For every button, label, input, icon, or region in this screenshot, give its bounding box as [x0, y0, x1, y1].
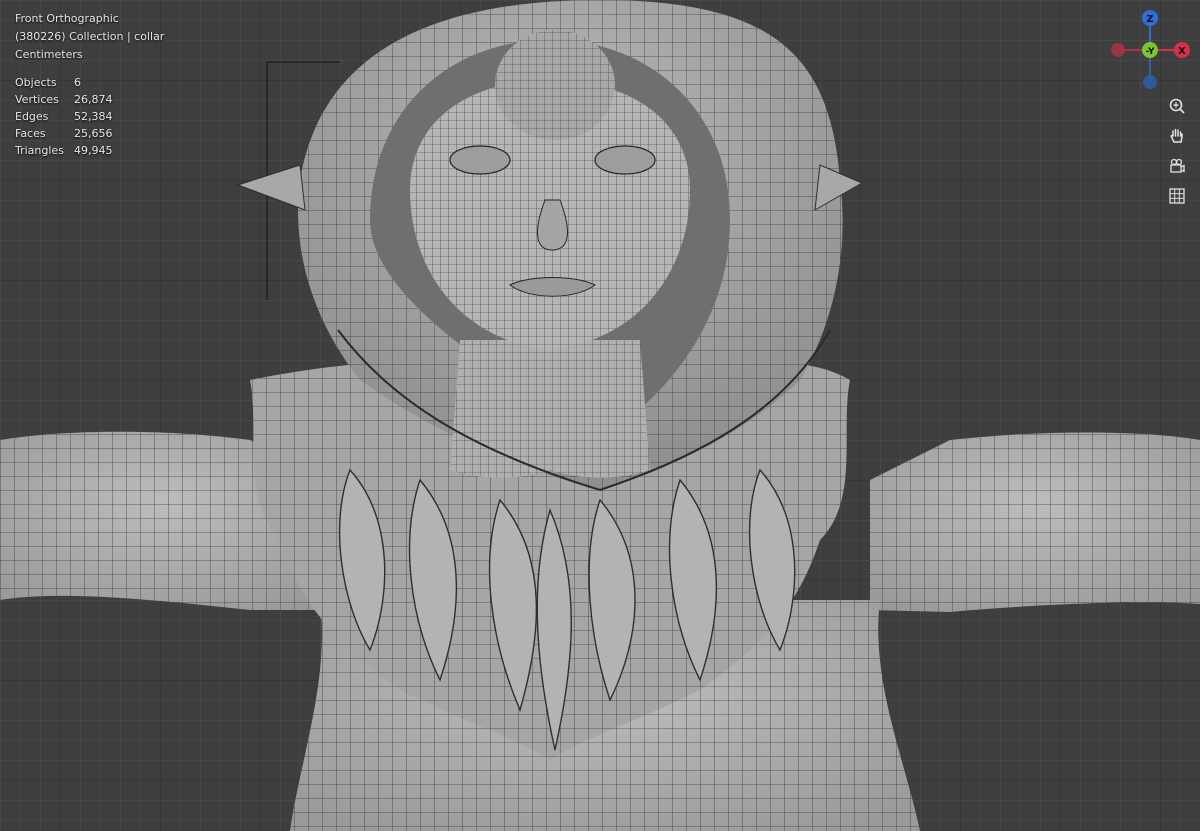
right-arm-wire	[870, 432, 1200, 612]
view-name: Front Orthographic	[15, 12, 119, 25]
collection-info: (380226) Collection | collar	[15, 30, 165, 43]
camera-view-icon	[1170, 158, 1185, 173]
nose	[536, 199, 568, 251]
stat-triangles-label: Triangles	[15, 144, 64, 157]
scene-stats: Objects 6 Vertices 26,874 Edges 52,384 F…	[15, 74, 164, 159]
stat-faces-label: Faces	[15, 127, 46, 140]
gizmo-z-label: Z	[1146, 14, 1153, 25]
mesh-model	[0, 0, 1200, 831]
zoom-icon	[1169, 98, 1185, 114]
gizmo-neg-z-axis[interactable]	[1143, 75, 1157, 89]
gizmo-neg-x-axis[interactable]	[1111, 43, 1125, 57]
eye-right	[594, 145, 656, 175]
3d-viewport[interactable]: Front Orthographic (380226) Collection |…	[0, 0, 1200, 831]
stat-objects-label: Objects	[15, 76, 57, 89]
units-label: Centimeters	[15, 48, 83, 61]
eye-left	[449, 145, 511, 175]
camera-view-button[interactable]	[1163, 152, 1191, 180]
hand-pan-icon	[1170, 128, 1183, 143]
grid-ortho-icon	[1169, 188, 1185, 204]
gizmo-x-label: X	[1178, 46, 1186, 57]
stat-edges-value: 52,384	[74, 110, 113, 123]
stat-vertices-label: Vertices	[15, 93, 59, 106]
stat-faces-value: 25,656	[74, 127, 113, 140]
ortho-toggle-button[interactable]	[1163, 182, 1191, 210]
stat-vertices-value: 26,874	[74, 93, 113, 106]
pan-button[interactable]	[1163, 122, 1191, 150]
stat-triangles-value: 49,945	[74, 144, 113, 157]
stat-edges-label: Edges	[15, 110, 49, 123]
navigation-gizmo[interactable]: Z X -Y	[1108, 8, 1192, 92]
gizmo-y-label: -Y	[1146, 47, 1155, 57]
hood-tip-left	[236, 164, 306, 211]
stat-objects-value: 6	[74, 76, 81, 89]
zoom-button[interactable]	[1163, 92, 1191, 120]
viewport-info-overlay: Front Orthographic (380226) Collection |…	[15, 10, 164, 159]
